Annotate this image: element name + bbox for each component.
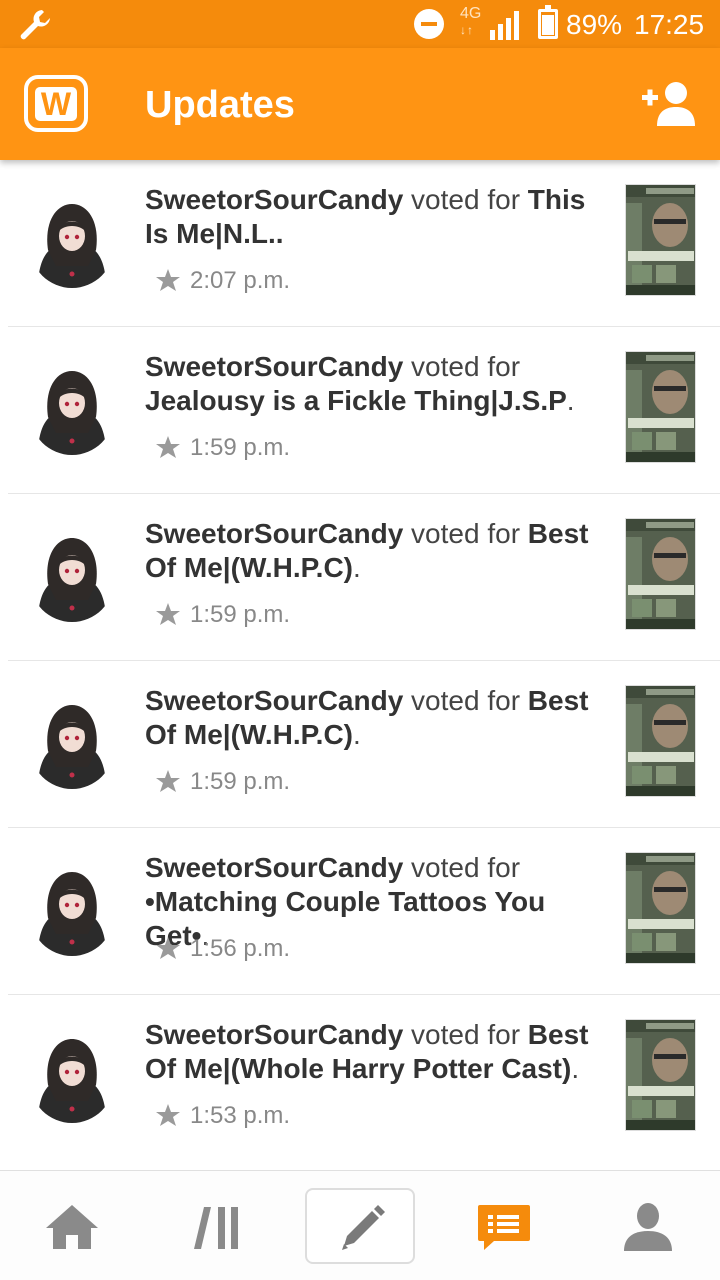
timestamp: 2:07 p.m. (190, 267, 291, 294)
sentence-end: . (571, 1053, 580, 1084)
app-bar: W Updates (0, 48, 720, 160)
update-text: SweetorSourCandy voted for Best Of Me|(W… (145, 517, 605, 585)
status-bar: 4G ↓↑ 89% 17:25 (0, 0, 720, 48)
action-text: voted for (403, 518, 528, 549)
network-type: 4G ↓↑ (460, 5, 482, 38)
action-text: voted for (403, 852, 521, 883)
avatar[interactable] (30, 860, 114, 956)
star-icon (156, 603, 180, 625)
action-text: voted for (403, 351, 521, 382)
avatar[interactable] (30, 192, 114, 288)
update-text: SweetorSourCandy voted for Best Of Me|(W… (145, 684, 605, 752)
sentence-end: . (353, 719, 361, 750)
wrench-icon (20, 10, 50, 40)
update-meta: 1:59 p.m. (156, 765, 290, 799)
clock: 17:25 (634, 9, 705, 40)
do-not-disturb-icon (414, 9, 444, 39)
sentence-end: . (353, 552, 361, 583)
story-cover[interactable] (625, 518, 696, 630)
updates-feed[interactable]: SweetorSourCandy voted for This Is Me|N.… (0, 160, 720, 1160)
bottom-nav (0, 1170, 720, 1280)
avatar[interactable] (30, 1027, 114, 1123)
story-cover[interactable] (625, 1019, 696, 1131)
action-text: voted for (403, 1019, 528, 1050)
avatar[interactable] (30, 359, 114, 455)
timestamp: 1:56 p.m. (190, 935, 291, 962)
library-icon[interactable] (178, 1191, 258, 1261)
username-link[interactable]: SweetorSourCandy (145, 852, 403, 883)
story-cover[interactable] (625, 184, 696, 296)
story-title-link[interactable]: Jealousy is a Fickle Thing|J.S.P (145, 385, 567, 416)
page-title: Updates (145, 84, 295, 126)
update-meta: 1:59 p.m. (156, 598, 290, 632)
sentence-end: . (566, 385, 575, 416)
add-user-icon[interactable] (640, 80, 696, 126)
write-icon (342, 1205, 385, 1250)
home-icon[interactable] (32, 1191, 112, 1261)
list-item[interactable]: SweetorSourCandy voted for Best Of Me|(W… (0, 494, 720, 661)
star-icon (156, 436, 180, 458)
timestamp: 1:59 p.m. (190, 434, 291, 461)
update-meta: 2:07 p.m. (156, 264, 290, 298)
update-meta: 1:56 p.m. (156, 932, 290, 966)
update-text: SweetorSourCandy voted for This Is Me|N.… (145, 183, 605, 251)
profile-icon[interactable] (608, 1191, 688, 1261)
avatar[interactable] (30, 693, 114, 789)
story-cover[interactable] (625, 685, 696, 797)
update-meta: 1:59 p.m. (156, 431, 290, 465)
username-link[interactable]: SweetorSourCandy (145, 1019, 403, 1050)
timestamp: 1:59 p.m. (190, 768, 291, 795)
wattpad-logo-icon[interactable]: W (24, 75, 88, 132)
list-item[interactable]: SweetorSourCandy voted for Best Of Me|(W… (0, 661, 720, 828)
update-text: SweetorSourCandy voted for Best Of Me|(W… (145, 1018, 605, 1086)
list-item[interactable]: SweetorSourCandy voted for This Is Me|N.… (0, 160, 720, 327)
username-link[interactable]: SweetorSourCandy (145, 184, 403, 215)
action-text: voted for (403, 685, 528, 716)
write-button[interactable] (305, 1188, 415, 1264)
story-cover[interactable] (625, 852, 696, 964)
star-icon (156, 269, 180, 291)
update-meta: 1:53 p.m. (156, 1099, 290, 1133)
list-item[interactable]: SweetorSourCandy voted for •Matching Cou… (0, 828, 720, 995)
story-cover[interactable] (625, 351, 696, 463)
updates-icon[interactable] (464, 1191, 544, 1261)
battery-percent: 89% (566, 9, 623, 40)
star-icon (156, 1104, 180, 1126)
username-link[interactable]: SweetorSourCandy (145, 351, 403, 382)
username-link[interactable]: SweetorSourCandy (145, 685, 403, 716)
battery-icon (538, 5, 558, 39)
timestamp: 1:53 p.m. (190, 1102, 291, 1129)
update-text: SweetorSourCandy voted for Jealousy is a… (145, 350, 605, 418)
star-icon (156, 770, 180, 792)
username-link[interactable]: SweetorSourCandy (145, 518, 403, 549)
action-text: voted for (403, 184, 528, 215)
star-icon (156, 937, 180, 959)
signal-icon (490, 11, 519, 40)
list-item[interactable]: SweetorSourCandy voted for Jealousy is a… (0, 327, 720, 494)
timestamp: 1:59 p.m. (190, 601, 291, 628)
avatar[interactable] (30, 526, 114, 622)
list-item[interactable]: SweetorSourCandy voted for Best Of Me|(W… (0, 995, 720, 1160)
